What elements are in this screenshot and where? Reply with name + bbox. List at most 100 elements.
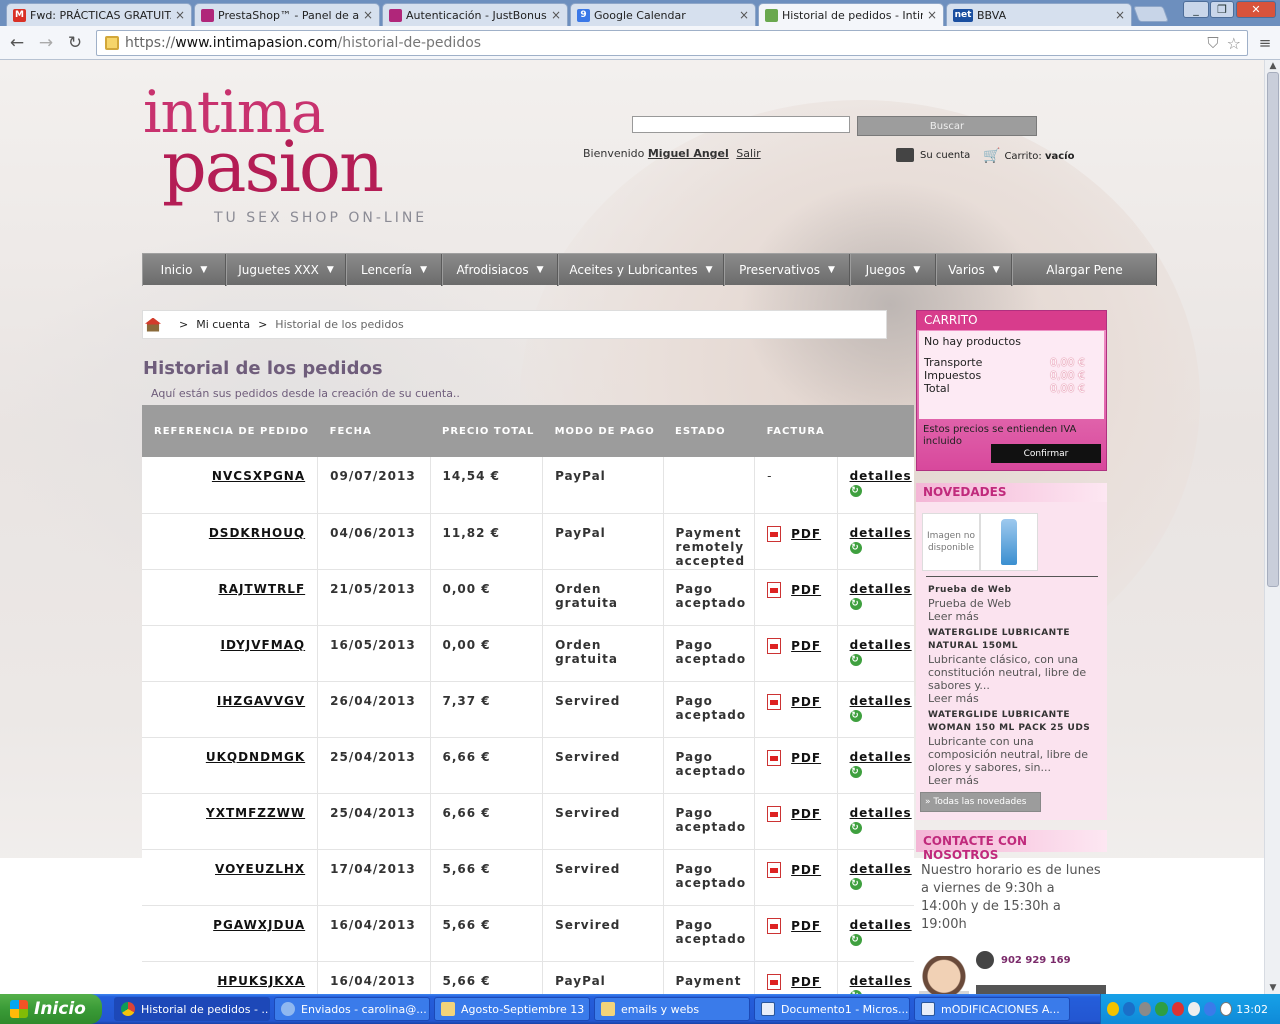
close-icon[interactable]: × bbox=[551, 8, 561, 22]
order-reference[interactable]: HPUKSJKXA bbox=[142, 961, 319, 994]
tab-bbva[interactable]: net BBVA × bbox=[946, 3, 1132, 26]
antivirus-icon[interactable] bbox=[1171, 1002, 1184, 1016]
account-link[interactable]: Su cuenta bbox=[896, 148, 970, 162]
reorder-icon[interactable]: ↻ bbox=[849, 933, 862, 946]
pdf-link[interactable]: PDF bbox=[767, 525, 821, 542]
cart-block-title[interactable]: CARRITO bbox=[917, 311, 1106, 330]
details-link[interactable]: detalles bbox=[850, 638, 912, 652]
taskbar-item-mail[interactable]: Enviados - carolina@... bbox=[274, 997, 430, 1021]
contact-block-title[interactable]: CONTACTE CON NOSOTROS bbox=[916, 830, 1107, 862]
reload-button[interactable]: ↻ bbox=[64, 32, 86, 54]
tab-google-calendar[interactable]: 9 Google Calendar × bbox=[570, 3, 756, 26]
minimize-button[interactable]: _ bbox=[1183, 1, 1209, 18]
reorder-icon[interactable]: ↻ bbox=[849, 485, 862, 497]
details-link[interactable]: detalles bbox=[850, 526, 912, 540]
pdf-link[interactable]: PDF bbox=[767, 805, 821, 822]
all-news-button[interactable]: » Todas las novedades bbox=[920, 792, 1041, 812]
taskbar-item-folder-emails[interactable]: emails y webs bbox=[594, 997, 750, 1021]
maximize-button[interactable]: ❐ bbox=[1210, 1, 1234, 18]
order-reference[interactable]: PGAWXJDUA bbox=[142, 905, 319, 962]
new-tab-button[interactable] bbox=[1133, 6, 1169, 22]
taskbar-item-folder-agosto[interactable]: Agosto-Septiembre 13 bbox=[434, 997, 590, 1021]
chrome-tray-icon[interactable] bbox=[1187, 1002, 1200, 1016]
nav-item-inicio[interactable]: Inicio ▼ bbox=[142, 254, 226, 286]
pdf-link[interactable]: PDF bbox=[767, 973, 821, 990]
home-icon[interactable] bbox=[145, 317, 161, 332]
pdf-link[interactable]: PDF bbox=[767, 581, 821, 598]
clock[interactable]: 13:02 bbox=[1236, 1003, 1268, 1016]
taskbar-item-chrome[interactable]: Historial de pedidos - ... bbox=[114, 997, 270, 1021]
nav-item-juguetes[interactable]: Juguetes XXX ▼ bbox=[226, 254, 346, 286]
volume-icon[interactable] bbox=[1219, 1002, 1233, 1016]
pdf-link[interactable]: PDF bbox=[767, 693, 821, 710]
scroll-down-icon[interactable]: ▼ bbox=[1267, 982, 1279, 994]
search-input[interactable] bbox=[632, 116, 850, 133]
breadcrumb-account[interactable]: Mi cuenta bbox=[196, 318, 250, 331]
order-reference[interactable]: NVCSXPGNA bbox=[142, 457, 319, 514]
close-icon[interactable]: × bbox=[927, 8, 937, 22]
news-block-title[interactable]: NOVEDADES bbox=[916, 483, 1107, 502]
details-link[interactable]: detalles bbox=[850, 582, 912, 596]
pdf-link[interactable]: PDF bbox=[767, 861, 821, 878]
reorder-icon[interactable]: ↻ bbox=[849, 709, 862, 722]
close-icon[interactable]: × bbox=[363, 8, 373, 22]
nav-item-preservativos[interactable]: Preservativos ▼ bbox=[724, 254, 850, 286]
nav-item-aceites[interactable]: Aceites y Lubricantes ▼ bbox=[558, 254, 724, 286]
nav-item-afrodisiacos[interactable]: Afrodisiacos ▼ bbox=[442, 254, 558, 286]
order-reference[interactable]: DSDKRHOUQ bbox=[142, 513, 319, 570]
logout-link[interactable]: Salir bbox=[736, 147, 760, 160]
menu-icon[interactable]: ≡ bbox=[1254, 32, 1276, 54]
close-icon[interactable]: × bbox=[175, 8, 185, 22]
news-item-title[interactable]: WATERGLIDE LUBRICANTE WOMAN 150 ML PACK … bbox=[928, 709, 1104, 735]
order-reference[interactable]: IHZGAVVGV bbox=[142, 681, 319, 738]
tab-justbonus[interactable]: Autenticación - JustBonus × bbox=[382, 3, 568, 26]
pdf-link[interactable]: PDF bbox=[767, 749, 821, 766]
read-more-link[interactable]: Leer más bbox=[928, 692, 1104, 705]
details-link[interactable]: detalles bbox=[850, 974, 912, 988]
reorder-icon[interactable]: ↻ bbox=[849, 765, 862, 778]
reorder-icon[interactable]: ↻ bbox=[849, 877, 862, 890]
reorder-icon[interactable]: ↻ bbox=[849, 541, 862, 554]
details-link[interactable]: detalles bbox=[850, 918, 912, 932]
security-shield-icon[interactable] bbox=[1107, 1002, 1120, 1016]
news-item-title[interactable]: WATERGLIDE LUBRICANTE NATURAL 150ML bbox=[928, 627, 1104, 653]
scrollbar-thumb[interactable] bbox=[1267, 72, 1279, 587]
nav-item-lenceria[interactable]: Lencería ▼ bbox=[346, 254, 442, 286]
tab-historial-pedidos[interactable]: Historial de pedidos - Intima × bbox=[758, 3, 944, 26]
confirm-button[interactable]: Confirmar bbox=[991, 444, 1101, 463]
order-reference[interactable]: YXTMFZZWW bbox=[142, 793, 319, 850]
product-image[interactable] bbox=[980, 513, 1038, 571]
tab-gmail[interactable]: M Fwd: PRÁCTICAS GRATUITAS × bbox=[6, 3, 192, 26]
no-image-placeholder[interactable]: Imagen no disponible bbox=[922, 513, 980, 571]
order-reference[interactable]: VOYEUZLHX bbox=[142, 849, 319, 906]
nav-item-juegos[interactable]: Juegos ▼ bbox=[850, 254, 936, 286]
close-icon[interactable]: × bbox=[1115, 8, 1125, 22]
back-button[interactable]: ← bbox=[6, 32, 28, 54]
header-cart[interactable]: 🛒 Carrito: vacío bbox=[983, 148, 1074, 164]
shield-icon[interactable]: ⛉ bbox=[1207, 34, 1218, 52]
network-icon[interactable] bbox=[1123, 1002, 1136, 1016]
search-button[interactable]: Buscar bbox=[857, 116, 1037, 136]
taskbar-item-word-modificaciones[interactable]: mODIFICACIONES A... bbox=[914, 997, 1070, 1021]
user-name-link[interactable]: Miguel Angel bbox=[648, 147, 729, 160]
details-link[interactable]: detalles bbox=[850, 694, 912, 708]
reorder-icon[interactable]: ↻ bbox=[849, 821, 862, 834]
newsletter-button[interactable] bbox=[976, 985, 1106, 994]
taskbar-item-word-doc1[interactable]: Documento1 - Micros... bbox=[754, 997, 910, 1021]
forward-button[interactable]: → bbox=[35, 32, 57, 54]
bookmark-star-icon[interactable]: ☆ bbox=[1227, 34, 1241, 53]
details-link[interactable]: detalles bbox=[850, 862, 912, 876]
read-more-link[interactable]: Leer más bbox=[928, 610, 1104, 623]
reorder-icon[interactable]: ↻ bbox=[849, 597, 862, 610]
details-link[interactable]: detalles bbox=[850, 806, 912, 820]
read-more-link[interactable]: Leer más bbox=[928, 774, 1104, 787]
sync-icon[interactable] bbox=[1203, 1002, 1216, 1016]
update-icon[interactable] bbox=[1155, 1002, 1168, 1016]
order-reference[interactable]: IDYJVFMAQ bbox=[142, 625, 319, 682]
close-window-button[interactable]: ✕ bbox=[1236, 1, 1276, 18]
news-item-title[interactable]: Prueba de Web bbox=[928, 584, 1104, 597]
reorder-icon[interactable]: ↻ bbox=[849, 653, 862, 666]
close-icon[interactable]: × bbox=[739, 8, 749, 22]
tab-prestashop[interactable]: PrestaShop™ - Panel de administración × bbox=[194, 3, 380, 26]
order-reference[interactable]: UKQDNDMGK bbox=[142, 737, 319, 794]
